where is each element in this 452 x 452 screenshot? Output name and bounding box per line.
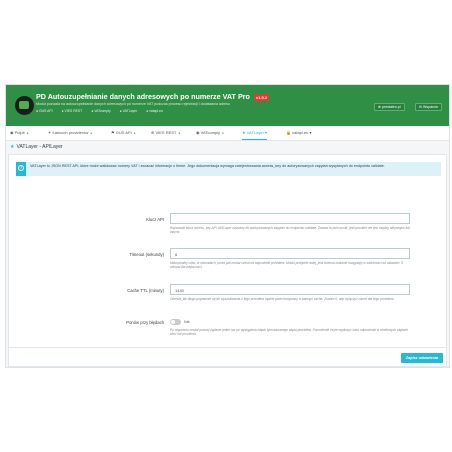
panel-footer-divider [9,347,446,348]
tab-label: vatapi.eu [292,130,309,135]
provider-link-label: VATcomply [94,109,111,113]
retry-help: Po włączeniu moduł ponowi żądanie jeden … [170,328,409,337]
provider-link-label: VIES REST [64,109,83,113]
tab-pulpit[interactable]: ◉ Pulpit ● [10,130,28,135]
tab-bar: ◉ Pulpit ● ⚭ Łańcuch providerów ● ⚑ GUS AP… [6,126,449,141]
status-dot-icon: ● [90,131,93,135]
tab-label: Łańcuch providerów [52,130,89,135]
tab-label: VATcomply [200,130,221,135]
module-header: PD Autouzupełnianie danych adresowych po… [6,85,449,126]
support-button[interactable]: ✉ Wsparcie [415,103,442,111]
status-dot-icon: ● [133,131,136,135]
tab-provider-chain[interactable]: ⚭ Łańcuch providerów ● [48,130,92,135]
link-icon: ⚭ [48,130,52,135]
provider-link-vatapi[interactable]: ● vatapi.eu [146,109,167,113]
tab-label: Pulpit [14,130,25,135]
card-title: ★ VATLayer - APILayer [6,144,449,154]
tab-label: VATLayer [246,130,264,135]
tab-vatapi[interactable]: 🔒 vatapi.eu ▾ [286,130,311,135]
provider-link-gus[interactable]: ● GUS API [36,109,57,113]
tab-label: GUS API [115,130,132,135]
status-dot-icon: ● [26,131,29,135]
cache-ttl-input[interactable]: 1440 [170,284,410,295]
settings-panel: ? VATLayer to JSON REST API, które może … [8,154,447,367]
module-logo-icon [15,96,34,115]
module-title-text: PD Autouzupełnianie danych adresowych po… [36,92,250,101]
tab-vies-rest[interactable]: ⊕ VIES REST ● [151,130,180,135]
api-key-input[interactable] [170,213,410,224]
status-dot-icon: ● [222,131,224,135]
provider-link-vatlayer[interactable]: ● VATLayer [120,109,142,113]
api-key-label: Klucz API [146,217,164,222]
status-dot-icon: ● [178,131,181,135]
module-config-page: PD Autouzupełnianie danych adresowych po… [5,84,450,368]
provider-links: ● GUS API ● VIES REST ● VATcomply ● VATL… [36,109,171,113]
support-button-label: Wsparcie [423,105,438,109]
cache-ttl-help: Określa, jak długo poprawnie wynik wyszu… [170,297,395,301]
tab-gus-api[interactable]: ⚑ GUS API ● [111,130,136,135]
provider-link-label: vatapi.eu [149,109,163,113]
site-button[interactable]: ⊕ prestalen.pl [374,103,405,111]
retry-toggle-value: Nie [184,320,190,324]
timeout-label: Timeout (sekundy) [129,252,164,257]
module-subtitle: Moduł pozwala na autouzupełnianie danych… [36,102,230,106]
tab-vatlayer[interactable]: ★ VATLayer ▾ [242,130,268,140]
car-icon: ◉ [10,130,14,135]
card-title-text: VATLayer - APILayer [16,144,63,150]
question-icon: ? [18,165,24,171]
tab-vatcomply[interactable]: ◉ VATcomply ● [196,130,224,135]
timeout-help: Maksymalny czas, w sekundach, przez jaki… [170,261,403,270]
info-alert: ? VATLayer to JSON REST API, które może … [16,162,441,176]
site-button-label: prestalen.pl [382,105,401,109]
module-title: PD Autouzupełnianie danych adresowych po… [36,92,270,101]
star-icon: ★ [10,144,15,150]
car-icon: ◉ [196,130,200,135]
provider-link-vatcomply[interactable]: ● VATcomply [91,109,114,113]
globe-icon: ⊕ [378,105,382,109]
globe-icon: ⊕ [151,130,155,135]
lock-icon: 🔒 [286,130,291,135]
version-badge: v1.0.2 [253,93,270,101]
provider-link-vies[interactable]: ● VIES REST [62,109,87,113]
chevron-down-icon: ▾ [265,130,268,135]
star-icon: ★ [242,130,246,135]
chevron-down-icon: ▾ [309,130,312,135]
timeout-input[interactable]: 6 [170,248,410,259]
tab-label: VIES REST [155,130,177,135]
retry-toggle[interactable] [170,319,181,325]
save-settings-button[interactable]: Zapisz ustawienia [401,353,443,363]
api-key-help: Wprowadź klucz access_key API VATLayer u… [170,226,410,235]
cache-ttl-label: Cache TTL (minuty) [127,288,164,293]
provider-link-label: VATLayer [122,109,138,113]
alert-text: VATLayer to JSON REST API, które może wa… [30,164,385,168]
retry-label: Ponów przy błędach [126,320,164,325]
envelope-icon: ✉ [419,105,423,109]
provider-link-label: GUS API [39,109,53,113]
flag-icon: ⚑ [111,130,115,135]
